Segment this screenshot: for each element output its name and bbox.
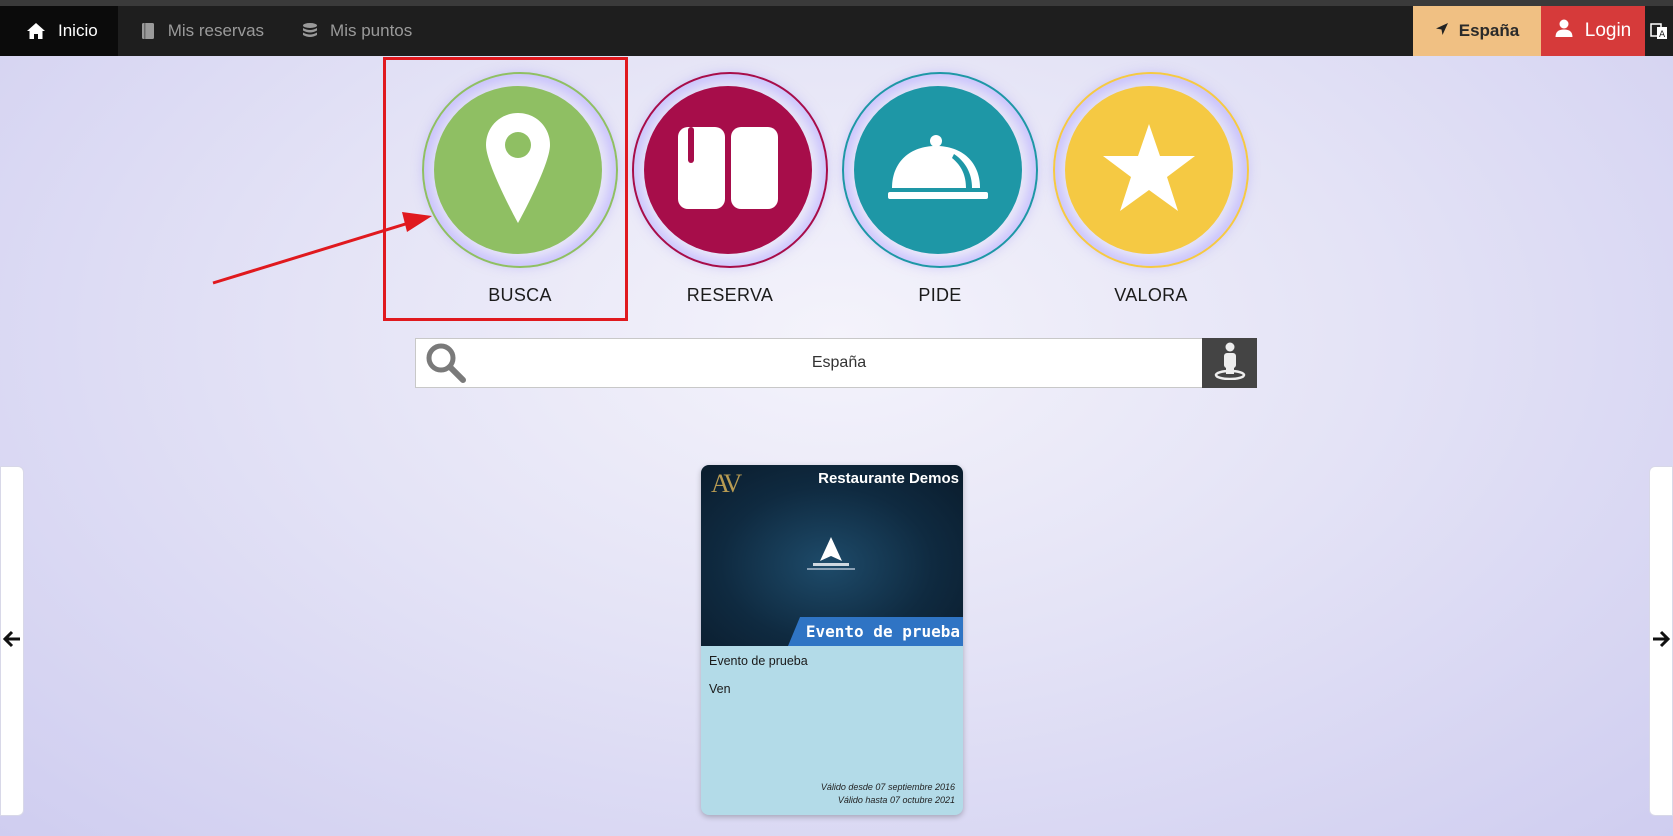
translate-icon[interactable]: A [1645,6,1673,56]
restaurant-name: Restaurante Demos [818,470,959,487]
feature-pide[interactable]: PIDE [840,72,1040,312]
feature-valora[interactable]: VALORA [1051,72,1251,312]
feature-circle [1065,86,1233,254]
coins-icon [302,22,318,40]
book-icon [678,126,778,214]
login-label: Login [1584,20,1632,41]
valid-to: Válido hasta 07 octubre 2021 [837,795,955,805]
country-selector-button[interactable]: España [1413,6,1541,56]
feature-circle [854,86,1022,254]
archlinux-logo-icon [805,535,857,580]
feature-reserva[interactable]: RESERVA [630,72,830,312]
restaurant-logo: AV [711,469,742,498]
feature-circle [644,86,812,254]
cloche-icon [886,134,990,207]
nav-mis-puntos-label: Mis puntos [330,21,413,40]
event-banner: Evento de prueba [788,617,963,646]
event-validity: Válido desde 07 septiembre 2016 Válido h… [821,781,955,807]
valid-from: Válido desde 07 septiembre 2016 [820,782,955,792]
search-input[interactable] [476,339,1202,387]
login-button[interactable]: Login [1541,6,1645,56]
search-icon [416,342,476,384]
star-icon [1101,122,1197,219]
feature-label: VALORA [1114,285,1188,305]
arrow-right-icon [1652,630,1671,653]
event-card-image: AV Restaurante Demos Evento de prueba [701,465,963,646]
location-arrow-icon [1435,21,1449,41]
nav-home-label: Inicio [58,21,98,40]
home-icon [26,22,46,40]
location-search-bar [415,338,1257,388]
nav-mis-reservas-label: Mis reservas [167,21,265,40]
event-card[interactable]: AV Restaurante Demos Evento de prueba Ev… [701,465,963,815]
nav-home[interactable]: Inicio [0,6,118,56]
book-icon [140,22,156,40]
event-title: Evento de prueba [709,654,808,668]
event-card-body: Evento de prueba Ven [701,646,963,702]
nav-mis-reservas[interactable]: Mis reservas [118,6,284,56]
feature-label: RESERVA [686,285,774,305]
top-navbar: Inicio Mis reservas Mis puntos España Lo… [0,6,1673,56]
event-description: Ven [709,682,731,696]
country-label: España [1458,21,1520,40]
carousel-next-button[interactable] [1649,466,1673,816]
user-icon [1555,19,1573,43]
person-location-icon [1214,342,1246,385]
nav-mis-puntos[interactable]: Mis puntos [284,6,432,56]
svg-text:A: A [1659,30,1666,40]
arrow-left-icon [2,630,21,653]
geolocate-button[interactable] [1202,338,1257,388]
carousel-prev-button[interactable] [0,466,24,816]
feature-label: PIDE [918,285,962,305]
highlight-annotation-box [383,57,628,321]
